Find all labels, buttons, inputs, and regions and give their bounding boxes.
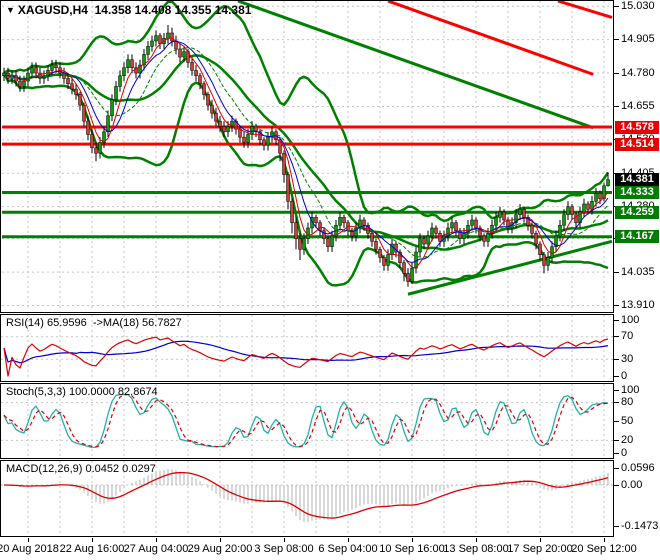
price-axis-label-mark — [614, 72, 619, 74]
price-axis: 15.03014.90514.78014.65514.53014.40514.2… — [614, 0, 660, 560]
main-chart-panel[interactable]: ▼ XAGUSD,H4 14.358 14.408 14.355 14.381 — [0, 0, 614, 313]
price-axis-label: 13.910 — [621, 298, 655, 311]
symbol-ohlc-text: XAGUSD,H4 14.358 14.408 14.355 14.381 — [17, 3, 252, 17]
support-price-badge: 14.333 — [615, 185, 659, 199]
time-axis: 20 Aug 2018 22 Aug 16:00 27 Aug 04:00 29 Au… — [0, 538, 660, 560]
stoch-axis-label-mark — [614, 402, 619, 404]
time-axis-label: 20 Aug 2018 — [0, 543, 59, 555]
price-axis-label: 14.905 — [621, 33, 655, 46]
price-axis-label: 14.035 — [621, 265, 655, 278]
symbol-dropdown-icon[interactable]: ▼ — [6, 5, 15, 15]
time-axis-label: 20 Sep 12:00 — [571, 543, 637, 555]
price-axis-label-mark — [614, 304, 619, 306]
price-axis-label: 14.780 — [621, 66, 655, 79]
stoch-axis-label: 20 — [621, 433, 634, 446]
macd-axis-label: 0.00 — [621, 478, 643, 491]
time-axis-tick — [540, 538, 541, 542]
time-axis-label: 29 Aug 20:00 — [187, 543, 253, 555]
stoch-axis-label-mark — [614, 452, 619, 454]
rsi-indicator-panel[interactable]: RSI(14) 65.9596 ->MA(18) 56.7827 — [0, 314, 614, 382]
rsi-axis-label: 100 — [621, 313, 640, 326]
time-axis-tick — [412, 538, 413, 542]
stoch-axis-label-mark — [614, 439, 619, 441]
price-axis-label-mark — [614, 39, 619, 41]
price-axis-label: 15.030 — [621, 0, 655, 12]
stochastic-indicator-panel[interactable]: Stoch(5,3,3) 100.0000 82.8674 — [0, 383, 614, 459]
rsi-axis-label-mark — [614, 375, 619, 377]
price-axis-label-mark — [614, 5, 619, 7]
resistance-price-badge: 14.578 — [615, 120, 659, 134]
stoch-axis-label-mark — [614, 421, 619, 422]
rsi-axis-label-mark — [614, 358, 619, 360]
macd-axis-label: 0.0596 — [621, 461, 655, 474]
time-axis-tick — [284, 538, 285, 542]
time-axis-label: 17 Sep 20:00 — [507, 543, 573, 555]
resistance-price-badge: 14.514 — [615, 137, 659, 151]
stoch-axis-label: 80 — [621, 396, 634, 409]
time-axis-label: 3 Sep 08:00 — [254, 543, 314, 555]
time-axis-label: 22 Aug 16:00 — [59, 543, 125, 555]
time-axis-tick — [220, 538, 221, 542]
price-axis-label-mark — [614, 105, 619, 107]
support-price-badge: 14.167 — [615, 230, 659, 244]
rsi-axis-label-mark — [614, 336, 619, 338]
rsi-label: RSI(14) 65.9596 ->MA(18) 56.7827 — [6, 317, 182, 329]
price-axis-label: 14.655 — [621, 99, 655, 112]
macd-axis-label: -0.1473 — [621, 519, 659, 532]
macd-axis-label-mark — [614, 467, 619, 469]
rsi-axis-label-mark — [614, 319, 619, 321]
macd-label: MACD(12,26,9) 0.0452 0.0297 — [6, 463, 156, 475]
time-axis-tick — [92, 538, 93, 542]
time-axis-label: 6 Sep 04:00 — [318, 543, 378, 555]
stoch-axis-label: 50 — [621, 415, 634, 427]
main-chart-canvas[interactable] — [0, 0, 614, 313]
time-axis-tick — [604, 538, 605, 542]
time-axis-label: 10 Sep 16:00 — [379, 543, 445, 555]
rsi-axis-label: 0 — [621, 369, 628, 382]
stoch-axis-label-mark — [614, 389, 619, 391]
time-axis-tick — [476, 538, 477, 542]
rsi-axis-label: 70 — [621, 330, 634, 343]
support-price-badge: 14.259 — [615, 205, 659, 219]
time-axis-tick — [348, 538, 349, 542]
macd-axis-label-mark — [614, 525, 619, 527]
stoch-axis-label: 100 — [621, 383, 640, 396]
macd-indicator-panel[interactable]: MACD(12,26,9) 0.0452 0.0297 — [0, 460, 614, 537]
chart-title: ▼ XAGUSD,H4 14.358 14.408 14.355 14.381 — [6, 3, 251, 17]
time-axis-label: 13 Sep 08:00 — [443, 543, 509, 555]
price-axis-label-mark — [614, 271, 619, 273]
time-axis-label: 27 Aug 04:00 — [123, 543, 189, 555]
time-axis-tick — [28, 538, 29, 542]
time-axis-tick — [156, 538, 157, 542]
stoch-axis-label: 0 — [621, 446, 628, 459]
current-price-badge: 14.381 — [615, 173, 659, 187]
stochastic-label: Stoch(5,3,3) 100.0000 82.8674 — [6, 386, 158, 398]
macd-axis-label-mark — [614, 484, 619, 486]
trading-chart-window: ▼ XAGUSD,H4 14.358 14.408 14.355 14.381 R… — [0, 0, 660, 560]
rsi-axis-label: 30 — [621, 352, 634, 365]
